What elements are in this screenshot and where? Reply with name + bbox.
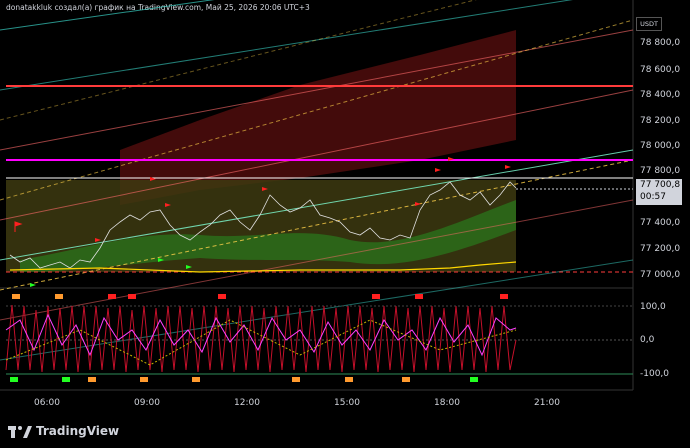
price-label: 78 600,0 [640, 65, 681, 75]
oscillator-label: 0,0 [640, 335, 655, 345]
price-label: 77 000,0 [640, 270, 681, 280]
price-label: 77 400,0 [640, 218, 681, 228]
oscillator-label: 100,0 [640, 302, 666, 312]
price-label: 78 200,0 [640, 116, 681, 126]
time-label: 21:00 [534, 398, 560, 408]
price-label: 77 800,0 [640, 166, 681, 176]
resistance-zone [120, 30, 516, 205]
brand-name: TradingView [36, 424, 120, 438]
price-chart[interactable] [0, 0, 690, 448]
time-label: 18:00 [434, 398, 460, 408]
time-label: 12:00 [234, 398, 260, 408]
candle-countdown: 00:57 [640, 192, 666, 202]
price-label: 77 200,0 [640, 244, 681, 254]
time-label: 09:00 [134, 398, 160, 408]
tradingview-logo-icon [8, 426, 32, 438]
price-label: 78 800,0 [640, 38, 681, 48]
time-label: 15:00 [334, 398, 360, 408]
last-price-value: 77 700,8 [640, 180, 681, 190]
time-label: 06:00 [34, 398, 60, 408]
last-price-badge: 77 700,8 00:57 [636, 179, 682, 205]
tradingview-brand[interactable]: TradingView [8, 424, 119, 438]
oscillator-label: -100,0 [640, 369, 670, 379]
price-label: 78 400,0 [640, 90, 681, 100]
oscillator-markers [10, 294, 508, 382]
currency-label[interactable]: USDT [636, 17, 662, 31]
price-label: 78 000,0 [640, 141, 681, 151]
